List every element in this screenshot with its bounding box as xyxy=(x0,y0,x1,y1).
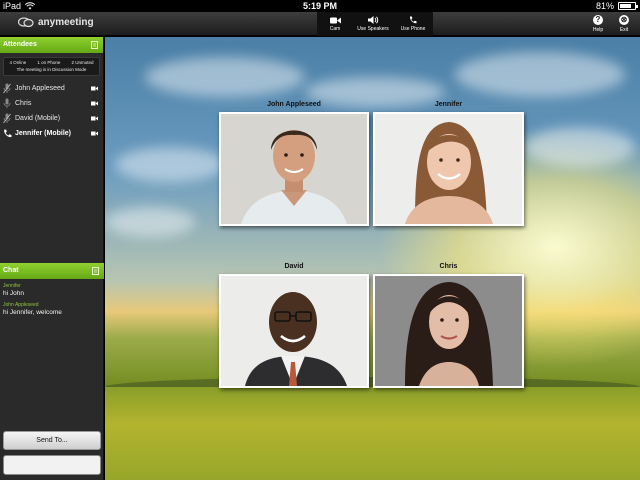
video-feed xyxy=(373,112,524,226)
attendee-name: Chris xyxy=(15,100,32,107)
exit-button[interactable]: ⊗ Exit xyxy=(614,12,634,36)
cam-label: Cam xyxy=(329,25,341,32)
camera-icon xyxy=(91,131,98,136)
chat-messages: Jennifer hi John John Appleseed hi Jenni… xyxy=(3,283,101,321)
chat-message: Jennifer hi John xyxy=(3,283,101,297)
video-name: Jennifer xyxy=(434,101,463,108)
camera-icon xyxy=(91,101,98,106)
battery-icon xyxy=(618,2,638,10)
camera-icon xyxy=(91,116,98,121)
video-feed xyxy=(219,274,369,388)
chat-text: hi Jennifer, welcome xyxy=(3,309,62,316)
attendees-title: Attendees xyxy=(3,41,37,48)
attendees-header[interactable]: Attendees xyxy=(0,37,103,53)
chat-sender: John Appleseed xyxy=(3,302,39,308)
help-button[interactable]: ? Help xyxy=(588,12,608,36)
chat-header[interactable]: Chat xyxy=(0,263,104,279)
exit-icon: ⊗ xyxy=(619,15,629,25)
on-phone-count: 1 on Phone xyxy=(37,60,61,65)
participant-video-image xyxy=(375,114,522,224)
chat-text: hi John xyxy=(3,290,24,297)
participant-video-image xyxy=(375,276,522,386)
meeting-mode: The meeting is in Discussion Mode xyxy=(16,67,87,72)
attendee-item[interactable]: Jennifer (Mobile) xyxy=(0,126,103,141)
video-name: David xyxy=(284,263,304,270)
mic-muted-icon xyxy=(2,113,12,125)
battery-percent: 81% xyxy=(595,1,614,11)
logo-icon xyxy=(18,17,34,28)
chat-sender: Jennifer xyxy=(3,283,21,289)
app-logo: anymeeting xyxy=(18,17,94,28)
participant-video-image xyxy=(221,114,367,224)
attendee-stats: 4 Online 1 on Phone 2 Unmuted The meetin… xyxy=(3,57,100,76)
unmuted-count: 2 Unmuted xyxy=(71,60,94,65)
help-label: Help xyxy=(592,27,604,33)
use-phone-button[interactable]: Use Phone xyxy=(393,12,433,36)
send-to-button[interactable]: Send To... xyxy=(3,431,101,450)
video-tile[interactable]: David xyxy=(219,263,369,388)
attendee-item[interactable]: David (Mobile) xyxy=(0,111,103,126)
mic-icon xyxy=(2,98,12,110)
video-feed xyxy=(219,112,369,226)
mic-muted-icon xyxy=(2,83,12,95)
background-field xyxy=(105,387,640,480)
attendee-list: John Appleseed Chris David (Mobile) Jenn… xyxy=(0,81,103,141)
video-name: Chris xyxy=(439,263,458,270)
chat-title: Chat xyxy=(3,267,19,274)
logo-text: anymeeting xyxy=(38,17,94,28)
use-speakers-label: Use Speakers xyxy=(357,26,389,32)
speaker-icon xyxy=(367,16,378,24)
camera-icon xyxy=(91,86,98,91)
app-toolbar: anymeeting Cam Use Speakers Use Phone ? … xyxy=(0,12,640,36)
clock: 5:19 PM xyxy=(302,1,337,11)
online-count: 4 Online xyxy=(9,60,27,65)
participant-video-image xyxy=(221,276,367,386)
video-feed xyxy=(373,274,524,388)
chat-input[interactable] xyxy=(3,455,101,475)
exit-label: Exit xyxy=(619,27,629,33)
attendee-name: David (Mobile) xyxy=(15,115,61,122)
attendee-item[interactable]: John Appleseed xyxy=(0,81,103,96)
video-tile[interactable]: John Appleseed xyxy=(219,101,369,226)
help-icon: ? xyxy=(593,15,603,25)
chat-message: John Appleseed hi Jennifer, welcome xyxy=(3,302,101,316)
video-tile[interactable]: Jennifer xyxy=(373,101,524,226)
video-tile[interactable]: Chris xyxy=(373,263,524,388)
sidebar: Attendees 4 Online 1 on Phone 2 Unmuted … xyxy=(0,37,104,480)
use-phone-label: Use Phone xyxy=(400,26,426,32)
video-stage: John Appleseed Jennifer David Chris xyxy=(105,37,640,480)
camera-icon xyxy=(329,17,341,23)
attendee-name: Jennifer (Mobile) xyxy=(15,130,72,137)
cam-button[interactable]: Cam xyxy=(317,12,353,36)
video-name: John Appleseed xyxy=(267,101,321,108)
phone-icon xyxy=(409,16,417,24)
use-speakers-button[interactable]: Use Speakers xyxy=(353,12,393,36)
chat-settings-icon[interactable] xyxy=(92,267,99,275)
attendee-item[interactable]: Chris xyxy=(0,96,103,111)
ios-status-bar: iPad 5:19 PM 81% xyxy=(0,0,640,12)
phone-icon xyxy=(2,128,12,140)
attendees-settings-icon[interactable] xyxy=(91,41,98,49)
attendee-name: John Appleseed xyxy=(15,85,65,92)
